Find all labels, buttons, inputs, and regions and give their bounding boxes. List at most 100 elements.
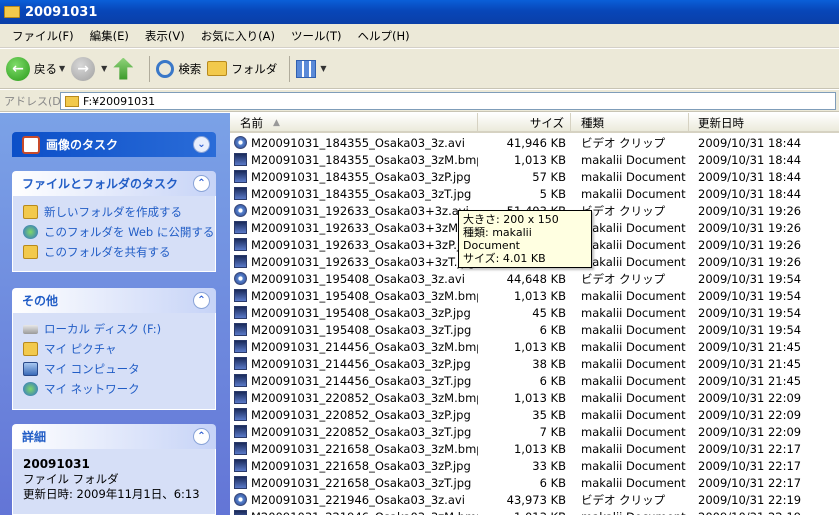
file-name-cell: M20091031_192633_Osaka03+3zP.jpg [230,238,478,252]
other-places-header[interactable]: その他 ⌃ [12,288,216,313]
file-tasks-header[interactable]: ファイルとフォルダのタスク ⌃ [12,171,216,196]
menu-file[interactable]: ファイル(F) [4,28,82,44]
file-row[interactable]: M20091031_221658_Osaka03_3zM.bmp 1,013 KB… [230,440,839,457]
file-row[interactable]: M20091031_220852_Osaka03_3zP.jpg 35 KB mak… [230,406,839,423]
file-row[interactable]: M20091031_214456_Osaka03_3zM.bmp 1,013 KB… [230,338,839,355]
address-input[interactable]: F:¥20091031 [60,92,836,110]
menu-bar: ファイル(F) 編集(E) 表示(V) お気に入り(A) ツール(T) ヘルプ(… [0,24,839,48]
file-size: 1,013 KB [513,288,566,303]
file-row[interactable]: M20091031_220852_Osaka03_3zT.jpg 7 KB maka… [230,423,839,440]
file-row[interactable]: M20091031_184355_Osaka03_3zM.bmp 1,013 KB… [230,151,839,168]
details-header[interactable]: 詳細 ⌃ [12,424,216,449]
menu-view[interactable]: 表示(V) [137,28,193,44]
file-name-cell: M20091031_195408_Osaka03_3zP.jpg [230,306,478,320]
chevron-up-icon[interactable]: ⌃ [193,292,210,309]
file-date: 2009/10/31 19:26 [698,254,802,269]
file-size: 38 KB [532,356,566,371]
views-button[interactable]: ▼ [296,59,326,78]
my-pictures-label: マイ ピクチャ [44,342,117,356]
makalii-document-icon [234,153,247,166]
makalii-document-icon [234,442,247,455]
forward-button[interactable]: → ▼ [71,56,107,81]
file-row[interactable]: M20091031_214456_Osaka03_3zT.jpg 6 KB maka… [230,372,839,389]
folders-icon [207,61,228,76]
file-type: makalii Document [581,424,686,439]
file-size: 45 KB [532,305,566,320]
file-row[interactable]: M20091031_195408_Osaka03_3z.avi 44,648 KB… [230,270,839,287]
folder-icon [4,6,20,18]
file-date: 2009/10/31 21:45 [698,356,802,371]
chevron-up-icon[interactable]: ⌃ [193,428,210,445]
image-tasks-header[interactable]: 画像のタスク ⌄ [12,132,216,157]
file-type: makalii Document [581,152,686,167]
file-row[interactable]: M20091031_195408_Osaka03_3zP.jpg 45 KB mak… [230,304,839,321]
file-name-cell: M20091031_220852_Osaka03_3zP.jpg [230,408,478,422]
file-row[interactable]: M20091031_221658_Osaka03_3zP.jpg 33 KB mak… [230,457,839,474]
share-folder-link[interactable]: このフォルダを共有する [23,242,205,262]
folders-button[interactable]: フォルダ [207,61,277,77]
chevron-up-icon[interactable]: ⌃ [193,175,210,192]
file-type: ビデオ クリップ [581,135,666,150]
web-publish-link[interactable]: このフォルダを Web に公開する [23,222,214,242]
file-size: 6 KB [539,373,566,388]
details-type: ファイル フォルダ [23,472,119,486]
my-network-link[interactable]: マイ ネットワーク [23,379,205,399]
file-date: 2009/10/31 21:45 [698,373,802,388]
title-bar[interactable]: 20091031 [0,0,839,24]
file-size: 41,946 KB [506,135,566,150]
file-row[interactable]: M20091031_195408_Osaka03_3zM.bmp 1,013 KB… [230,287,839,304]
file-row[interactable]: M20091031_184355_Osaka03_3zT.jpg 5 KB maka… [230,185,839,202]
column-size-header[interactable]: サイズ [478,113,571,133]
file-name-cell: M20091031_221658_Osaka03_3zT.jpg [230,476,478,490]
file-row[interactable]: M20091031_221946_Osaka03_3zM.bmp1,013 KB… [230,508,839,515]
file-row[interactable]: M20091031_220852_Osaka03_3zM.bmp 1,013 KB… [230,389,839,406]
back-dropdown-icon[interactable]: ▼ [59,64,65,73]
column-type-header[interactable]: 種類 [571,113,689,133]
views-icon [296,59,317,78]
disk-icon [23,324,38,334]
column-name-header[interactable]: 名前 ▲ [230,113,478,133]
file-size: 1,013 KB [478,510,571,515]
back-button[interactable]: ← 戻る ▼ [6,56,65,81]
file-row[interactable]: M20091031_184355_Osaka03_3zP.jpg 57 KB mak… [230,168,839,185]
menu-help[interactable]: ヘルプ(H) [350,28,418,44]
makalii-document-icon [234,408,247,421]
up-button[interactable] [113,57,137,80]
menu-tools[interactable]: ツール(T) [283,28,350,44]
forward-dropdown-icon[interactable]: ▼ [101,64,107,73]
menu-edit[interactable]: 編集(E) [82,28,137,44]
details-modified: 更新日時: 2009年11月1日、6:13 [23,487,200,501]
file-type: makalii Document [581,305,686,320]
details-name: 20091031 [23,457,90,471]
file-name-cell: M20091031_192633_Osaka03+3z.avi [230,204,478,218]
file-name-cell: M20091031_184355_Osaka03_3zM.bmp [230,153,478,167]
my-pictures-link[interactable]: マイ ピクチャ [23,339,205,359]
file-name-cell: M20091031_192633_Osaka03+3zM.bmp [230,221,478,235]
file-row[interactable]: M20091031_221658_Osaka03_3zT.jpg 6 KB maka… [230,474,839,491]
file-name: M20091031_192633_Osaka03+3zP.jpg [251,237,475,252]
my-computer-link[interactable]: マイ コンピュータ [23,359,205,379]
file-row[interactable]: M20091031_195408_Osaka03_3zT.jpg 6 KB maka… [230,321,839,338]
file-name: M20091031_192633_Osaka03+3z.avi [251,203,469,218]
chevron-down-icon[interactable]: ⌄ [193,136,210,153]
file-size: 6 KB [539,322,566,337]
menu-favorites[interactable]: お気に入り(A) [193,28,283,44]
file-name-cell: M20091031_195408_Osaka03_3zM.bmp [230,289,478,303]
file-row[interactable]: M20091031_221946_Osaka03_3z.avi 43,973 KB… [230,491,839,508]
local-disk-link[interactable]: ローカル ディスク (F:) [23,319,205,339]
file-row[interactable]: M20091031_214456_Osaka03_3zP.jpg 38 KB mak… [230,355,839,372]
file-name-cell: M20091031_214456_Osaka03_3zP.jpg [230,357,478,371]
makalii-document-icon [234,221,247,234]
views-dropdown-icon[interactable]: ▼ [320,64,326,73]
search-button[interactable]: 検索 [156,59,202,78]
file-name-cell: M20091031_214456_Osaka03_3zT.jpg [230,374,478,388]
file-date: 2009/10/31 22:09 [698,407,802,422]
new-folder-link[interactable]: 新しいフォルダを作成する [23,202,205,222]
file-row[interactable]: M20091031_184355_Osaka03_3z.avi 41,946 KB… [230,134,839,151]
file-name-cell: M20091031_214456_Osaka03_3zM.bmp [230,340,478,354]
file-date: 2009/10/31 18:44 [698,186,802,201]
file-date: 2009/10/31 19:54 [698,322,802,337]
column-date-header[interactable]: 更新日時 [689,113,839,133]
search-label: 検索 [178,61,202,76]
file-name: M20091031_184355_Osaka03_3zT.jpg [251,186,472,201]
